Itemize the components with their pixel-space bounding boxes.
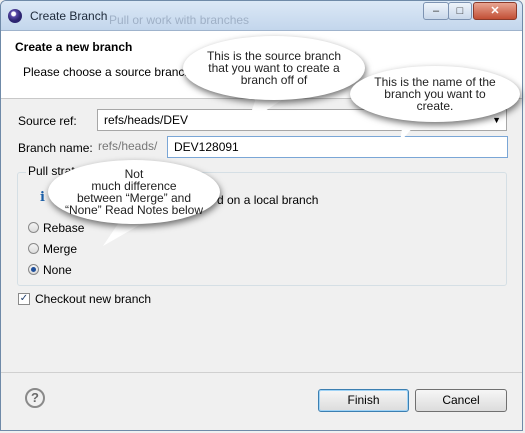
pull-strategy-callout: Not much difference between “Merge” and … <box>48 160 220 224</box>
source-callout-text: This is the source branch that you want … <box>206 49 342 87</box>
branch-name-callout: This is the name of the branch you want … <box>350 66 520 122</box>
source-branch-callout: This is the source branch that you want … <box>183 36 365 100</box>
name-callout-text: This is the name of the branch you want … <box>374 75 496 113</box>
strategy-callout-text: Not much difference between “Merge” and … <box>64 167 204 217</box>
